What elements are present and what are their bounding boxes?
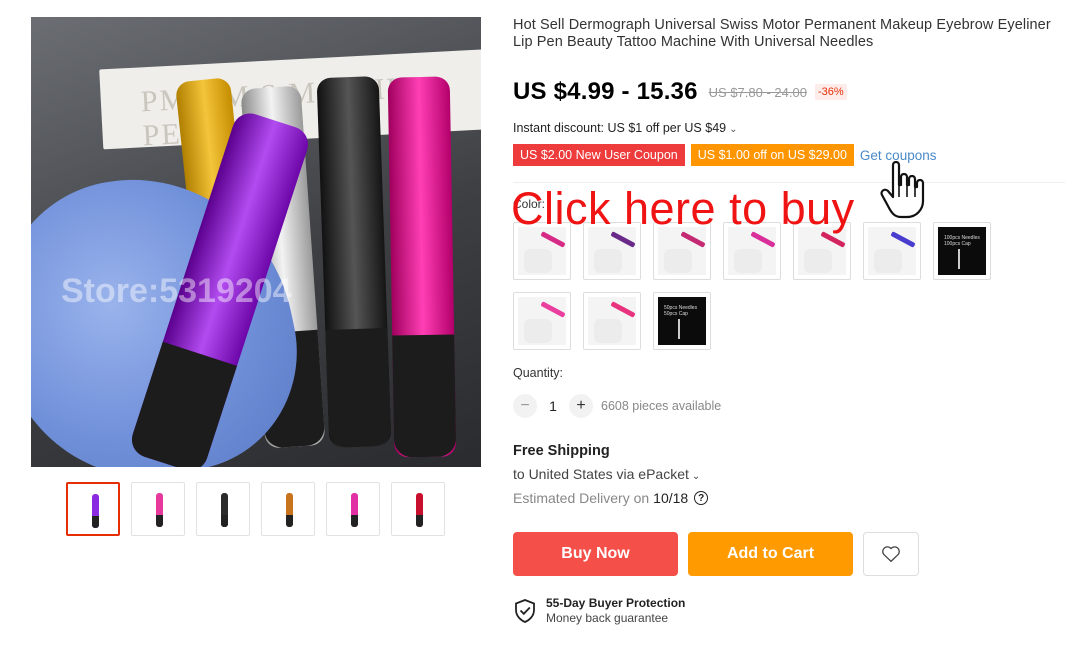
thumbnail-grip xyxy=(351,515,358,527)
click-here-annotation: Click here to buy xyxy=(511,183,855,234)
help-icon[interactable]: ? xyxy=(694,491,709,505)
swatch-image xyxy=(868,227,916,275)
color-swatch-9[interactable] xyxy=(583,292,641,350)
swatch-pen xyxy=(890,231,916,248)
swatch-image xyxy=(658,227,706,275)
discount-badge: -36% xyxy=(814,84,847,100)
chevron-down-icon: ⌄ xyxy=(729,124,738,135)
thumbnail-3[interactable] xyxy=(196,482,250,536)
quantity-label: Quantity: xyxy=(513,366,564,380)
wishlist-button[interactable] xyxy=(863,532,919,576)
swatch-image: 50pcs Needles 50pcs Cap xyxy=(658,297,706,345)
add-to-cart-button[interactable]: Add to Cart xyxy=(688,532,853,576)
chevron-down-icon: ⌄ xyxy=(691,471,701,482)
color-swatches: 100pcs Needles 100pcs Cap 50pcs Needles 5… xyxy=(513,222,1003,350)
thumbnail-grip xyxy=(92,516,99,528)
thumbnail-2[interactable] xyxy=(131,482,185,536)
protection-title: 55-Day Buyer Protection xyxy=(546,596,686,610)
needle-icon xyxy=(958,249,960,269)
pink-pen xyxy=(387,76,457,458)
swatch-pen xyxy=(540,301,566,318)
needle-icon xyxy=(678,319,680,339)
quantity-value[interactable]: 1 xyxy=(537,398,569,414)
swatch-bag xyxy=(734,249,762,273)
swatch-bag xyxy=(594,249,622,273)
quantity-decrease-button[interactable]: − xyxy=(513,394,537,418)
swatch-image xyxy=(728,227,776,275)
original-price: US $7.80 - 24.00 xyxy=(708,84,807,100)
swatch-pen xyxy=(610,301,636,318)
swatch-image xyxy=(798,227,846,275)
instant-discount-text: Instant discount: US $1 off per US $49 xyxy=(513,121,727,135)
heart-icon xyxy=(882,546,900,563)
store-coupon[interactable]: US $1.00 off on US $29.00 xyxy=(690,144,854,166)
shipping-title: Free Shipping xyxy=(513,443,610,459)
purchase-actions: Buy Now Add to Cart xyxy=(513,532,919,576)
new-user-coupon[interactable]: US $2.00 New User Coupon xyxy=(513,144,685,166)
delivery-date: 10/18 xyxy=(653,490,689,506)
price: US $4.99 - 15.36 xyxy=(513,78,698,105)
thumbnail-grip xyxy=(416,515,423,527)
delivery-estimate-label: Estimated Delivery on xyxy=(513,490,650,506)
protection-subtitle: Money back guarantee xyxy=(546,611,669,625)
thumbnail-grip xyxy=(156,515,163,527)
swatch-bag xyxy=(524,319,552,343)
color-swatch-10[interactable]: 50pcs Needles 50pcs Cap xyxy=(653,292,711,350)
buy-now-button[interactable]: Buy Now xyxy=(513,532,678,576)
thumbnail-5[interactable] xyxy=(326,482,380,536)
store-watermark: Store:5319204 xyxy=(61,272,292,310)
swatch-bag xyxy=(804,249,832,273)
swatch-image xyxy=(588,297,636,345)
swatch-bag xyxy=(874,249,902,273)
swatch-bag xyxy=(594,319,622,343)
thumbnail-4[interactable] xyxy=(261,482,315,536)
swatch-bag xyxy=(524,249,552,273)
thumbnail-1[interactable] xyxy=(66,482,120,536)
price-row: US $4.99 - 15.36 US $7.80 - 24.00 -36% xyxy=(513,78,847,106)
swatch-label: 100pcs Needles 100pcs Cap xyxy=(944,235,980,247)
swatch-image: 100pcs Needles 100pcs Cap xyxy=(938,227,986,275)
swatch-image xyxy=(518,227,566,275)
coupon-row: US $2.00 New User Coupon US $1.00 off on… xyxy=(513,144,936,166)
color-swatch-8[interactable] xyxy=(513,292,571,350)
delivery-estimate: Estimated Delivery on 10/18 ? xyxy=(513,490,709,506)
main-product-image[interactable]: PMU/M.S MACHINE PEN Store:5319204 xyxy=(31,17,481,467)
black-pen xyxy=(316,76,392,448)
swatch-image xyxy=(518,297,566,345)
shipping-destination[interactable]: to United States via ePacket ⌄ xyxy=(513,466,700,482)
color-swatch-7[interactable]: 100pcs Needles 100pcs Cap xyxy=(933,222,991,280)
thumbnail-6[interactable] xyxy=(391,482,445,536)
swatch-image xyxy=(588,227,636,275)
color-swatch-6[interactable] xyxy=(863,222,921,280)
shipping-destination-text: to United States via ePacket xyxy=(513,466,689,482)
swatch-label: 50pcs Needles 50pcs Cap xyxy=(664,305,698,317)
thumbnail-grip xyxy=(221,515,228,527)
thumbnail-strip xyxy=(66,482,445,536)
thumbnail-grip xyxy=(286,515,293,527)
product-title: Hot Sell Dermograph Universal Swiss Moto… xyxy=(513,17,1051,50)
available-stock: 6608 pieces available xyxy=(601,399,722,413)
quantity-stepper: − 1 + 6608 pieces available xyxy=(513,394,721,418)
hand-pointer-icon xyxy=(880,160,925,219)
instant-discount[interactable]: Instant discount: US $1 off per US $49 ⌄ xyxy=(513,121,737,135)
quantity-increase-button[interactable]: + xyxy=(569,394,593,418)
swatch-bag xyxy=(664,249,692,273)
shield-check-icon xyxy=(515,598,535,623)
buyer-protection: 55-Day Buyer Protection Money back guara… xyxy=(513,596,685,625)
